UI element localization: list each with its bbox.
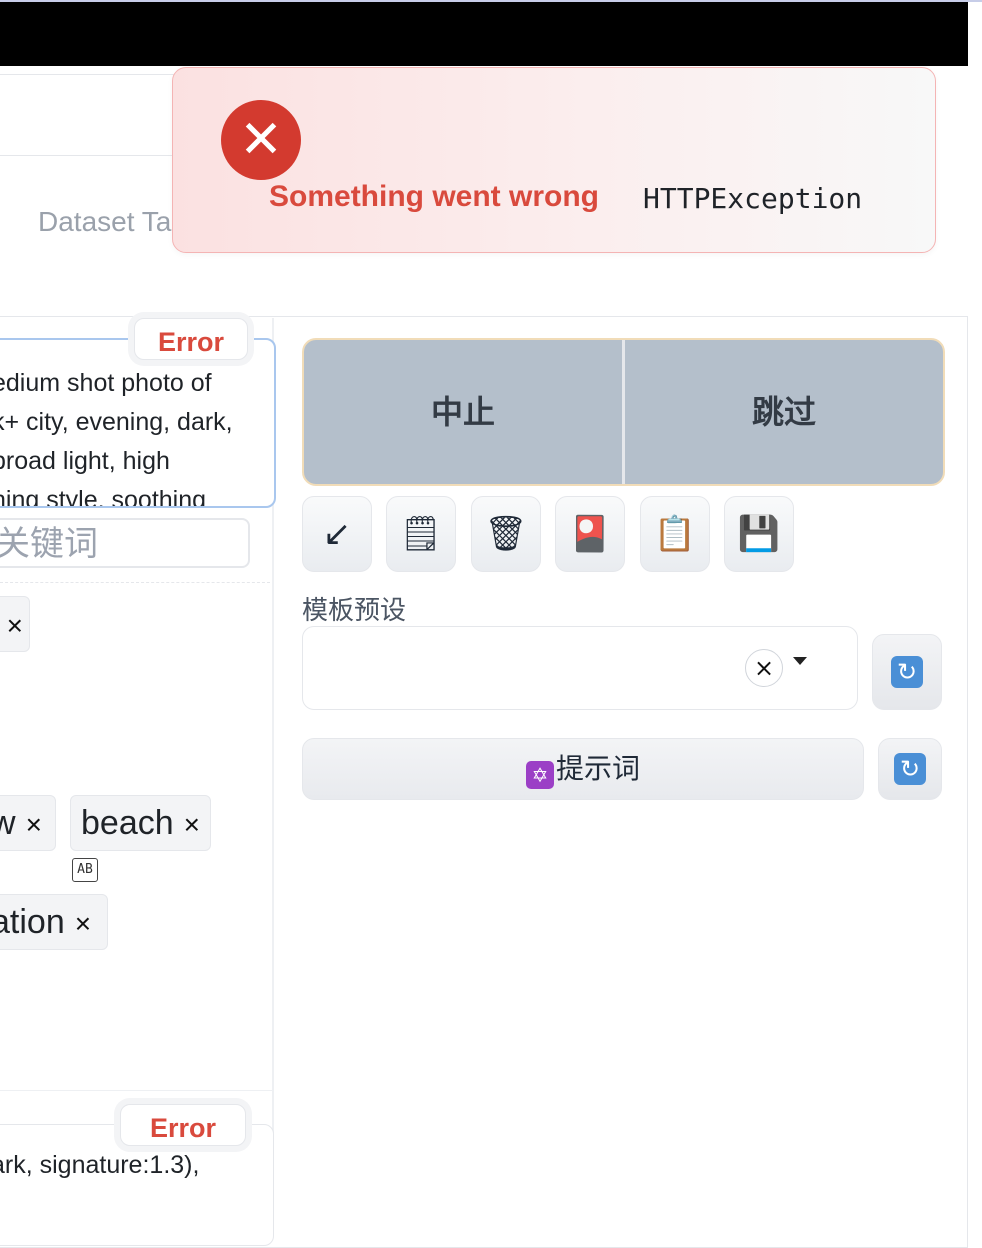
negative-error-badge: Error xyxy=(120,1104,246,1146)
prompt-text: edium shot photo of k+ city, evening, da… xyxy=(0,369,233,508)
clear-prompt-button[interactable]: 🗑 xyxy=(471,496,541,572)
toast-message: HTTPException xyxy=(643,182,863,215)
tag-label: beach xyxy=(81,804,174,842)
tag-remove-icon[interactable]: × xyxy=(184,809,200,840)
tag-chip[interactable]: × xyxy=(0,596,30,652)
extra-networks-button[interactable]: 🎴 xyxy=(555,496,625,572)
dashed-divider xyxy=(0,582,270,583)
tag-label: ation xyxy=(0,903,65,941)
chevron-down-icon[interactable] xyxy=(793,657,807,665)
notepad-button[interactable]: 🗒 xyxy=(386,496,456,572)
tag-chip[interactable]: w × xyxy=(0,795,56,851)
error-x-icon[interactable]: ✕ xyxy=(221,100,301,180)
refresh-icon: ↻ xyxy=(891,656,923,688)
prompt-button[interactable]: ✡ 提示词 xyxy=(302,738,864,800)
translate-icon[interactable]: AB xyxy=(72,858,98,882)
error-toast: ✕ Something went wrong HTTPException xyxy=(172,67,936,253)
star-of-david-icon: ✡ xyxy=(525,761,554,789)
notepad-icon: 🗒 xyxy=(399,514,443,554)
preset-label: 模板预设 xyxy=(302,596,407,626)
negative-prompt-text: ark, signature:1.3), xyxy=(0,1151,200,1179)
trash-icon: 🗑 xyxy=(484,514,528,554)
tab-dataset[interactable]: Dataset Ta xyxy=(38,206,171,238)
tag-label: w xyxy=(0,804,16,842)
prompt-button-label: 提示词 xyxy=(555,752,640,785)
refresh-icon: ↻ xyxy=(894,753,926,785)
tag-remove-icon[interactable]: × xyxy=(75,908,91,939)
clear-icon[interactable]: × xyxy=(745,649,783,687)
keyword-search-input[interactable]: f关键词 xyxy=(0,518,250,568)
apply-style-button[interactable]: 📋 xyxy=(640,496,710,572)
arrow-in-icon: ↙ xyxy=(322,514,352,554)
interrupt-button[interactable]: 中止 xyxy=(304,340,622,484)
tag-remove-icon[interactable]: × xyxy=(7,610,23,641)
clipboard-icon: 📋 xyxy=(653,514,697,554)
tag-remove-icon[interactable]: × xyxy=(26,809,42,840)
prompt-error-badge: Error xyxy=(134,318,248,360)
flower-card-icon: 🎴 xyxy=(568,514,612,554)
tag-chip[interactable]: ation × xyxy=(0,894,108,950)
generate-button-group: 中止 跳过 xyxy=(302,338,945,486)
top-black-bar xyxy=(0,2,968,66)
prompt-textarea[interactable]: edium shot photo of k+ city, evening, da… xyxy=(0,338,276,508)
skip-button[interactable]: 跳过 xyxy=(625,340,943,484)
save-style-button[interactable]: 💾 xyxy=(724,496,794,572)
floppy-disk-icon: 💾 xyxy=(737,514,781,554)
preset-dropdown[interactable]: × xyxy=(302,626,858,710)
paste-prompt-button[interactable]: ↙ xyxy=(302,496,372,572)
tag-chip-beach[interactable]: beach × xyxy=(70,795,211,851)
refresh-prompt-button[interactable]: ↻ xyxy=(878,738,942,800)
toast-title: Something went wrong xyxy=(269,180,599,213)
refresh-presets-button[interactable]: ↻ xyxy=(872,634,942,710)
